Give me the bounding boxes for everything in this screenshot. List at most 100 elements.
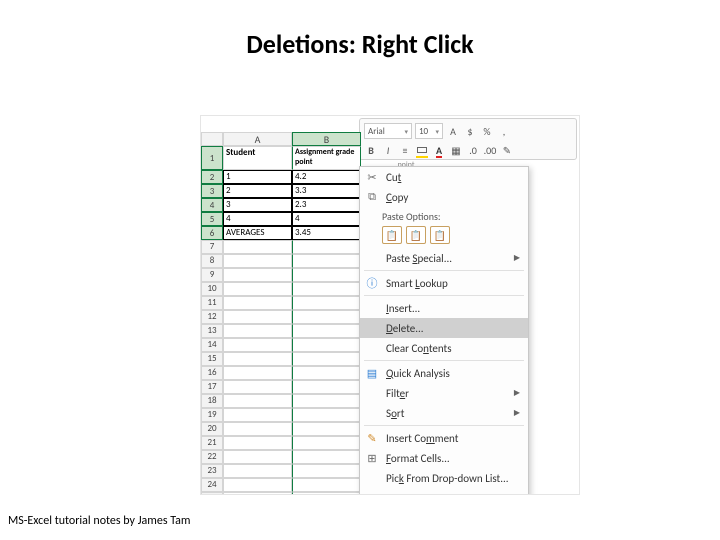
format-painter-icon[interactable]: ✎	[500, 143, 514, 157]
cell[interactable]: 3.3	[292, 184, 361, 198]
cell[interactable]	[292, 282, 361, 296]
row-header[interactable]: 23	[201, 464, 223, 478]
menu-insert[interactable]: Insert...	[360, 298, 528, 318]
row-header[interactable]: 6	[201, 226, 223, 240]
cell[interactable]: 3	[223, 198, 292, 212]
row-header[interactable]: 11	[201, 296, 223, 310]
row-header[interactable]: 8	[201, 254, 223, 268]
cell[interactable]	[292, 240, 361, 254]
cell[interactable]: 2.3	[292, 198, 361, 212]
menu-sort[interactable]: Sort ▶	[360, 403, 528, 423]
row-header[interactable]: 25	[201, 492, 223, 495]
menu-clear-contents[interactable]: Clear Contents	[360, 338, 528, 358]
cell[interactable]	[292, 450, 361, 464]
cell[interactable]	[292, 366, 361, 380]
row-header[interactable]: 13	[201, 324, 223, 338]
cell[interactable]	[292, 478, 361, 492]
font-size-select[interactable]: 10 ▾	[415, 123, 443, 139]
row-header[interactable]: 14	[201, 338, 223, 352]
cell[interactable]	[292, 338, 361, 352]
row-header[interactable]: 20	[201, 422, 223, 436]
col-header-a[interactable]: A	[223, 132, 292, 146]
menu-define-name[interactable]: Define Name...	[360, 488, 528, 495]
cell[interactable]: 4	[292, 212, 361, 226]
cell[interactable]	[223, 366, 292, 380]
row-header[interactable]: 9	[201, 268, 223, 282]
cell[interactable]	[223, 380, 292, 394]
bold-button[interactable]: B	[364, 143, 378, 157]
font-name-select[interactable]: Arial ▾	[364, 123, 412, 139]
cell[interactable]	[292, 492, 361, 495]
cell[interactable]	[223, 338, 292, 352]
cell[interactable]	[223, 492, 292, 495]
cell[interactable]	[223, 394, 292, 408]
paste-option-formulas[interactable]: 📋	[430, 226, 450, 244]
col-b-header-cell[interactable]: Assignment grade point	[292, 146, 361, 170]
row-header[interactable]: 3	[201, 184, 223, 198]
row-header[interactable]: 17	[201, 380, 223, 394]
cell[interactable]	[292, 436, 361, 450]
row-header[interactable]: 15	[201, 352, 223, 366]
cell[interactable]: 2	[223, 184, 292, 198]
cell[interactable]	[223, 254, 292, 268]
row-header[interactable]: 4	[201, 198, 223, 212]
menu-paste-special[interactable]: Paste Special... ▶	[360, 248, 528, 268]
increase-font-icon[interactable]: A	[446, 124, 460, 138]
row-header[interactable]: 2	[201, 170, 223, 184]
cell[interactable]	[292, 464, 361, 478]
cell[interactable]	[292, 310, 361, 324]
row-header[interactable]: 22	[201, 450, 223, 464]
menu-insert-comment[interactable]: ✎ Insert Comment	[360, 428, 528, 448]
cell[interactable]	[292, 380, 361, 394]
menu-quick-analysis[interactable]: ▤ Quick Analysis	[360, 363, 528, 383]
cell[interactable]	[292, 296, 361, 310]
menu-format-cells[interactable]: ⊞ Format Cells...	[360, 448, 528, 468]
comma-style-icon[interactable]: ,	[497, 124, 511, 138]
row-header[interactable]: 18	[201, 394, 223, 408]
currency-icon[interactable]: $	[463, 124, 477, 138]
cell[interactable]: 4	[223, 212, 292, 226]
borders-icon[interactable]: ▦	[449, 143, 463, 157]
menu-delete[interactable]: Delete...	[360, 318, 528, 338]
menu-filter[interactable]: Filter ▶	[360, 383, 528, 403]
paste-option-all[interactable]: 📋	[382, 226, 402, 244]
cell[interactable]	[223, 450, 292, 464]
cell[interactable]	[223, 240, 292, 254]
row-header[interactable]: 5	[201, 212, 223, 226]
row-header[interactable]: 16	[201, 366, 223, 380]
cell[interactable]: 3.45	[292, 226, 361, 240]
increase-decimal-icon[interactable]: .00	[483, 143, 497, 157]
cell[interactable]	[223, 296, 292, 310]
cell[interactable]	[223, 352, 292, 366]
decrease-decimal-icon[interactable]: .0	[466, 143, 480, 157]
cell[interactable]	[223, 268, 292, 282]
align-icon[interactable]: ≡	[398, 143, 412, 157]
cell[interactable]	[292, 394, 361, 408]
cell[interactable]	[223, 282, 292, 296]
cell[interactable]	[223, 436, 292, 450]
row-header[interactable]: 1	[201, 146, 223, 170]
cell[interactable]	[223, 408, 292, 422]
row-header[interactable]: 12	[201, 310, 223, 324]
select-all-corner[interactable]	[201, 132, 223, 146]
menu-copy[interactable]: ⧉ Copy	[360, 187, 528, 207]
cell[interactable]	[292, 352, 361, 366]
font-color-icon[interactable]: A	[432, 143, 446, 157]
row-header[interactable]: 19	[201, 408, 223, 422]
menu-cut[interactable]: ✂ Cut	[360, 167, 528, 187]
cell[interactable]: 1	[223, 170, 292, 184]
col-a-header-cell[interactable]: Student	[223, 146, 292, 170]
col-header-b[interactable]: B	[292, 132, 361, 146]
row-header[interactable]: 24	[201, 478, 223, 492]
cell[interactable]	[292, 268, 361, 282]
cell[interactable]	[223, 422, 292, 436]
cell[interactable]: AVERAGES	[223, 226, 292, 240]
cell[interactable]	[223, 310, 292, 324]
row-header[interactable]: 7	[201, 240, 223, 254]
menu-smart-lookup[interactable]: ⓘ Smart Lookup	[360, 273, 528, 293]
fill-color-icon[interactable]	[415, 143, 429, 157]
italic-button[interactable]: I	[381, 143, 395, 157]
cell[interactable]	[292, 254, 361, 268]
percent-icon[interactable]: %	[480, 124, 494, 138]
menu-pick-from-list[interactable]: Pick From Drop-down List...	[360, 468, 528, 488]
